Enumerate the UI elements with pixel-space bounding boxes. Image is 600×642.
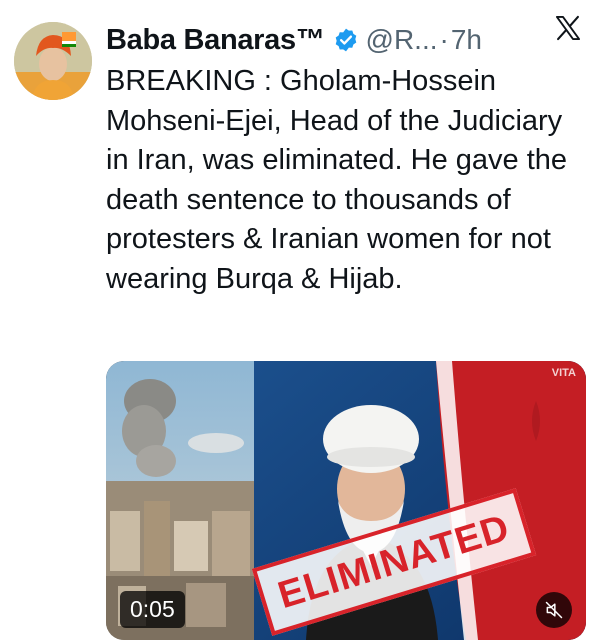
video-duration: 0:05 — [120, 591, 185, 628]
mute-button[interactable] — [536, 592, 572, 628]
tweet-header: Baba Banaras™ @R... · 7h — [106, 14, 586, 66]
muted-speaker-icon — [544, 600, 564, 620]
verified-badge-icon — [333, 27, 359, 53]
video-watermark: VITA — [551, 367, 576, 379]
author-name[interactable]: Baba Banaras™ — [106, 24, 325, 57]
tweet-time[interactable]: 7h — [451, 24, 482, 56]
separator-dot: · — [439, 24, 449, 55]
x-logo-icon[interactable] — [554, 14, 582, 47]
tweet-media-video[interactable]: ELIMINATED VITA 0:05 — [106, 361, 586, 640]
avatar[interactable] — [14, 22, 92, 100]
tweet-text: BREAKING : Gholam-Hossein Mohseni-Ejei, … — [106, 65, 568, 295]
author-handle[interactable]: @R... — [366, 24, 438, 56]
